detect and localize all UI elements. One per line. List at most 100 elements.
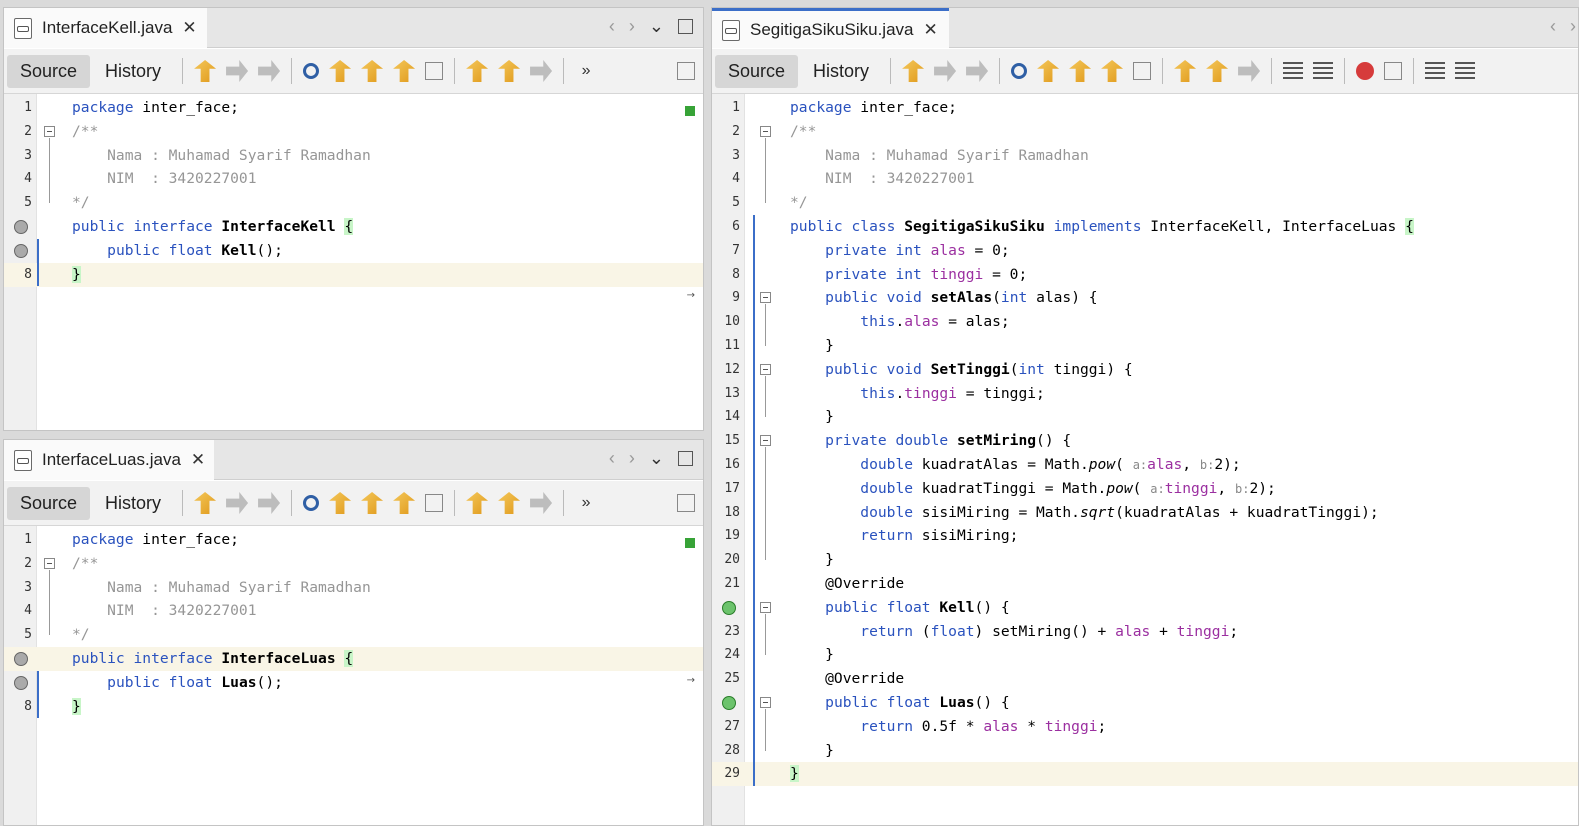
- rect-select-icon[interactable]: [425, 62, 444, 80]
- code-line: 11 }: [712, 334, 1578, 358]
- split-icon[interactable]: [677, 494, 695, 512]
- back-icon[interactable]: [226, 60, 249, 82]
- caret-marker-icon: →: [686, 674, 695, 686]
- maximize-icon[interactable]: [678, 451, 693, 466]
- forward-icon[interactable]: [966, 60, 989, 82]
- chevron-right-icon[interactable]: ›: [1570, 16, 1576, 37]
- last-edit-icon[interactable]: [194, 492, 217, 514]
- line-number: 2: [24, 555, 32, 571]
- history-button[interactable]: History: [92, 55, 174, 88]
- chevron-left-icon[interactable]: ‹: [609, 16, 615, 37]
- interface-method-icon[interactable]: [14, 243, 28, 258]
- implements-interface-icon[interactable]: [722, 600, 736, 615]
- source-button[interactable]: Source: [7, 54, 91, 88]
- close-icon[interactable]: ✕: [191, 450, 205, 470]
- code-text: Nama : Muhamad Syarif Ramadhan: [790, 146, 1089, 164]
- code-text: double kuadratTinggi = Math.pow( a:tingg…: [860, 479, 1276, 497]
- comment-icon[interactable]: [1425, 62, 1446, 80]
- toggle-highlight-icon[interactable]: [393, 60, 416, 82]
- chevron-right-icon[interactable]: ›: [629, 16, 635, 37]
- source-button[interactable]: Source: [7, 486, 91, 520]
- interface-method-icon[interactable]: [14, 675, 28, 690]
- line-number: 12: [724, 361, 740, 377]
- interface-method-icon[interactable]: [14, 652, 28, 666]
- prev-bookmark-icon[interactable]: [1174, 60, 1197, 82]
- search-icon[interactable]: [1011, 63, 1028, 79]
- find-next-icon[interactable]: [361, 60, 384, 82]
- chevron-down-icon[interactable]: ⌄: [649, 448, 664, 469]
- line-number: 8: [732, 266, 740, 282]
- code-text: */: [790, 194, 808, 212]
- history-button[interactable]: History: [92, 487, 174, 520]
- code-line: 20 }: [712, 548, 1578, 572]
- more-icon[interactable]: »: [575, 492, 597, 514]
- toggle-bookmark-icon[interactable]: [1238, 60, 1261, 82]
- search-icon[interactable]: [303, 63, 320, 79]
- fold-toggle-icon[interactable]: [760, 125, 771, 137]
- find-previous-icon[interactable]: [329, 492, 352, 514]
- uncomment-icon[interactable]: [1455, 62, 1476, 80]
- back-icon[interactable]: [226, 492, 249, 514]
- fold-toggle-icon[interactable]: [760, 601, 771, 613]
- java-file-icon: [12, 449, 34, 471]
- search-icon[interactable]: [303, 495, 320, 511]
- fold-toggle-icon[interactable]: [760, 435, 771, 447]
- maximize-icon[interactable]: [678, 19, 693, 34]
- fold-toggle-icon[interactable]: [44, 125, 55, 137]
- code-text: /**: [72, 122, 99, 140]
- interface-method-icon[interactable]: [14, 220, 28, 234]
- last-edit-icon[interactable]: [902, 60, 925, 82]
- code-area[interactable]: 1 package inter_face; 2 /** 3 Nama : Muhamad…: [4, 94, 703, 430]
- code-line: 1 package inter_face;: [4, 96, 703, 120]
- code-text: @Override: [790, 575, 905, 592]
- find-next-icon[interactable]: [1069, 60, 1092, 82]
- chevron-down-icon[interactable]: ⌄: [649, 16, 664, 37]
- history-button[interactable]: History: [800, 55, 882, 88]
- toggle-highlight-icon[interactable]: [393, 492, 416, 514]
- fold-guide: [765, 304, 766, 346]
- chevron-right-icon[interactable]: ›: [629, 448, 635, 469]
- source-button[interactable]: Source: [715, 54, 799, 88]
- more-icon[interactable]: »: [575, 60, 597, 82]
- close-icon[interactable]: ✕: [923, 20, 937, 40]
- shift-left-icon[interactable]: [1283, 62, 1304, 80]
- tab-interfaceluas[interactable]: InterfaceLuas.java ✕: [4, 440, 214, 480]
- code-line: 4 NIM : 3420227001: [4, 599, 703, 623]
- prev-bookmark-icon[interactable]: [466, 60, 489, 82]
- forward-icon[interactable]: [258, 492, 281, 514]
- shift-right-icon[interactable]: [1313, 62, 1334, 80]
- chevron-left-icon[interactable]: ‹: [609, 448, 615, 469]
- toggle-highlight-icon[interactable]: [1101, 60, 1124, 82]
- code-area[interactable]: 1 package inter_face; 2 /** 3 Nama : Muhamad…: [712, 94, 1578, 825]
- next-bookmark-icon[interactable]: [1206, 60, 1229, 82]
- rect-select-icon[interactable]: [425, 494, 444, 512]
- back-icon[interactable]: [934, 60, 957, 82]
- toggle-bookmark-icon[interactable]: [530, 492, 553, 514]
- fold-toggle-icon[interactable]: [760, 697, 771, 708]
- tab-interfacekell[interactable]: InterfaceKell.java ✕: [4, 8, 207, 48]
- prev-bookmark-icon[interactable]: [466, 492, 489, 514]
- next-bookmark-icon[interactable]: [498, 492, 521, 514]
- code-line: 19 return sisiMiring;: [712, 524, 1578, 548]
- find-next-icon[interactable]: [361, 492, 384, 514]
- line-number: 28: [724, 742, 740, 758]
- chevron-left-icon[interactable]: ‹: [1550, 16, 1556, 37]
- rect-select-icon[interactable]: [1133, 62, 1152, 80]
- record-macro-icon[interactable]: [1356, 62, 1375, 80]
- last-edit-icon[interactable]: [194, 60, 217, 82]
- fold-toggle-icon[interactable]: [44, 557, 55, 569]
- stop-macro-icon[interactable]: [1384, 62, 1403, 80]
- find-previous-icon[interactable]: [329, 60, 352, 82]
- fold-toggle-icon[interactable]: [760, 292, 771, 304]
- split-icon[interactable]: [677, 62, 695, 80]
- close-icon[interactable]: ✕: [182, 18, 196, 38]
- forward-icon[interactable]: [258, 60, 281, 82]
- fold-toggle-icon[interactable]: [760, 363, 771, 375]
- code-area[interactable]: 1 package inter_face; 2 /** 3 Nama : Muhamad…: [4, 526, 703, 825]
- tab-segitigasikusiku[interactable]: SegitigaSikuSiku.java ✕: [712, 8, 949, 48]
- implements-interface-icon[interactable]: [722, 696, 736, 710]
- next-bookmark-icon[interactable]: [498, 60, 521, 82]
- find-previous-icon[interactable]: [1037, 60, 1060, 82]
- fold-guide: [765, 447, 766, 561]
- toggle-bookmark-icon[interactable]: [530, 60, 553, 82]
